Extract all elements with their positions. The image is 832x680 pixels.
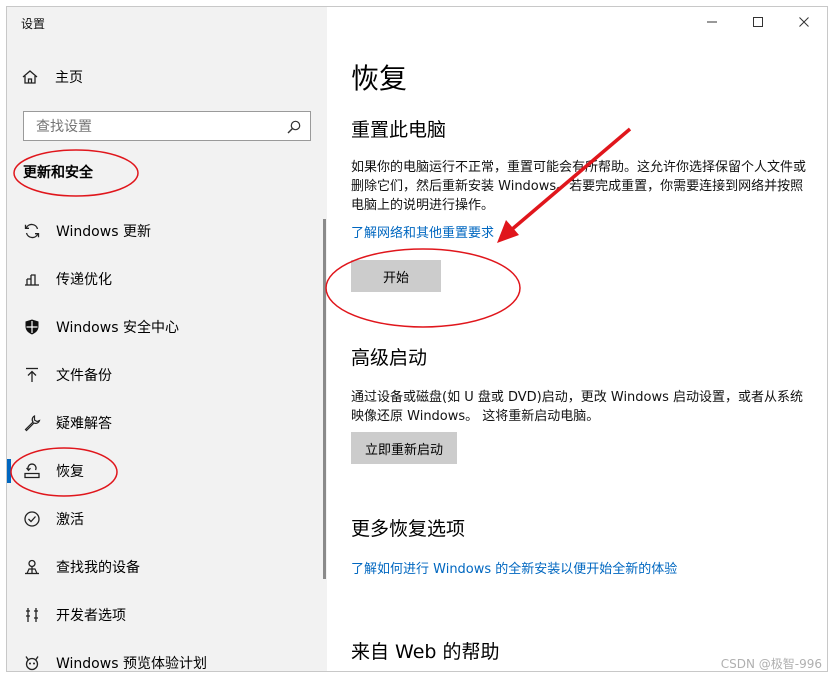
home-icon — [21, 68, 39, 86]
sidebar-item-label: Windows 预览体验计划 — [56, 656, 207, 672]
sidebar-item-label: 传递优化 — [56, 272, 112, 288]
search-input[interactable] — [34, 117, 278, 137]
settings-window: 设置 主页 更新和安全 Windows 更新 — [6, 6, 828, 672]
sidebar-item-windows-update[interactable]: Windows 更新 — [7, 207, 327, 255]
sidebar-scrollbar[interactable] — [323, 219, 326, 579]
sidebar: 设置 主页 更新和安全 Windows 更新 — [7, 7, 327, 671]
main-content: 恢复 重置此电脑 如果你的电脑运行不正常，重置可能会有所帮助。这允许你选择保留个… — [327, 7, 827, 671]
sidebar-item-label: 文件备份 — [56, 368, 112, 384]
advanced-startup-description: 通过设备或磁盘(如 U 盘或 DVD)启动，更改 Windows 启动设置，或者… — [351, 390, 804, 424]
sidebar-item-label: 激活 — [56, 512, 84, 528]
sidebar-item-label: 恢复 — [56, 464, 84, 480]
backup-icon — [23, 366, 41, 384]
sidebar-nav: Windows 更新 传递优化 Windows 安全中心 文件备份 疑难解答 恢… — [7, 207, 327, 672]
reset-description: 如果你的电脑运行不正常，重置可能会有所帮助。这允许你选择保留个人文件或删除它们，… — [351, 160, 807, 213]
watermark: CSDN @极智-996 — [720, 657, 822, 671]
sync-icon — [23, 222, 41, 240]
maximize-button[interactable] — [735, 7, 781, 37]
reset-start-button[interactable]: 开始 — [351, 260, 441, 292]
search-box[interactable] — [23, 111, 311, 141]
sidebar-item-recovery[interactable]: 恢复 — [7, 447, 327, 495]
window-title: 设置 — [21, 17, 46, 31]
minimize-button[interactable] — [689, 7, 735, 37]
recovery-icon — [23, 462, 41, 480]
developer-icon — [23, 606, 41, 624]
sidebar-item-find-my-device[interactable]: 查找我的设备 — [7, 543, 327, 591]
more-options-heading: 更多恢复选项 — [351, 518, 466, 540]
find-device-icon — [23, 558, 41, 576]
insider-icon — [23, 654, 41, 671]
sidebar-item-troubleshoot[interactable]: 疑难解答 — [7, 399, 327, 447]
sidebar-item-windows-security[interactable]: Windows 安全中心 — [7, 303, 327, 351]
sidebar-item-label: 查找我的设备 — [56, 560, 140, 576]
sidebar-item-activation[interactable]: 激活 — [7, 495, 327, 543]
active-indicator — [7, 459, 11, 483]
maximize-icon — [752, 13, 764, 32]
check-circle-icon — [23, 510, 41, 528]
sidebar-item-label: 开发者选项 — [56, 608, 126, 624]
section-title: 更新和安全 — [23, 165, 93, 181]
sidebar-item-file-backup[interactable]: 文件备份 — [7, 351, 327, 399]
sidebar-item-developer-options[interactable]: 开发者选项 — [7, 591, 327, 639]
sidebar-item-label: Windows 更新 — [56, 224, 151, 240]
shield-icon — [23, 318, 41, 336]
reset-requirements-link[interactable]: 了解网络和其他重置要求 — [351, 222, 494, 241]
sidebar-home-label: 主页 — [55, 70, 83, 86]
restart-now-button[interactable]: 立即重新启动 — [351, 432, 458, 464]
minimize-icon — [706, 13, 718, 32]
close-icon — [798, 13, 810, 32]
page-title: 恢复 — [351, 62, 408, 95]
search-icon[interactable] — [286, 119, 302, 135]
sidebar-item-windows-insider[interactable]: Windows 预览体验计划 — [7, 639, 327, 672]
close-button[interactable] — [781, 7, 827, 37]
sidebar-item-label: 疑难解答 — [56, 416, 112, 432]
web-help-heading: 来自 Web 的帮助 — [351, 641, 500, 663]
window-controls — [689, 7, 827, 37]
sidebar-home[interactable]: 主页 — [21, 65, 83, 89]
sidebar-item-label: Windows 安全中心 — [56, 320, 179, 336]
advanced-startup-heading: 高级启动 — [351, 347, 428, 369]
sidebar-item-delivery-optimization[interactable]: 传递优化 — [7, 255, 327, 303]
clean-install-link[interactable]: 了解如何进行 Windows 的全新安装以便开始全新的体验 — [351, 558, 677, 577]
wrench-icon — [23, 414, 41, 432]
reset-heading: 重置此电脑 — [351, 119, 447, 141]
delivery-icon — [23, 270, 41, 288]
